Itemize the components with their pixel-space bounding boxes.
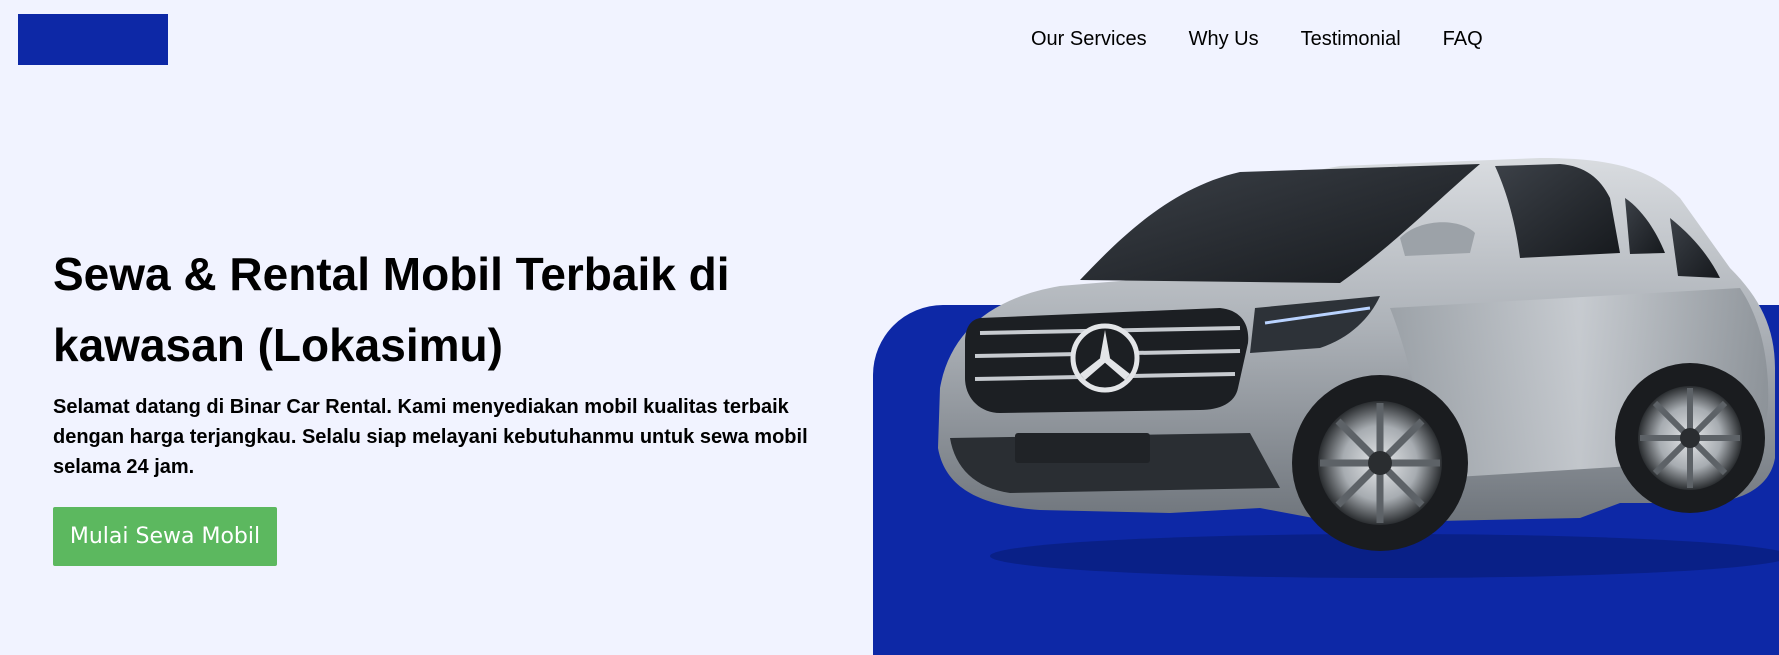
hero-title: Sewa & Rental Mobil Terbaik di kawasan (… [53,248,730,371]
hero-description: Selamat datang di Binar Car Rental. Kami… [53,396,808,478]
car-image [938,158,1779,578]
logo[interactable] [18,14,168,65]
landing-page: Our Services Why Us Testimonial FAQ Sewa… [0,0,1779,655]
nav-item-why-us[interactable]: Why Us [1189,24,1259,54]
start-rental-button[interactable]: Mulai Sewa Mobil [53,507,277,566]
nav-item-faq[interactable]: FAQ [1443,24,1483,54]
nav-item-our-services[interactable]: Our Services [1031,24,1147,54]
nav-item-testimonial[interactable]: Testimonial [1301,24,1401,54]
main-nav: Our Services Why Us Testimonial FAQ [1031,24,1483,54]
